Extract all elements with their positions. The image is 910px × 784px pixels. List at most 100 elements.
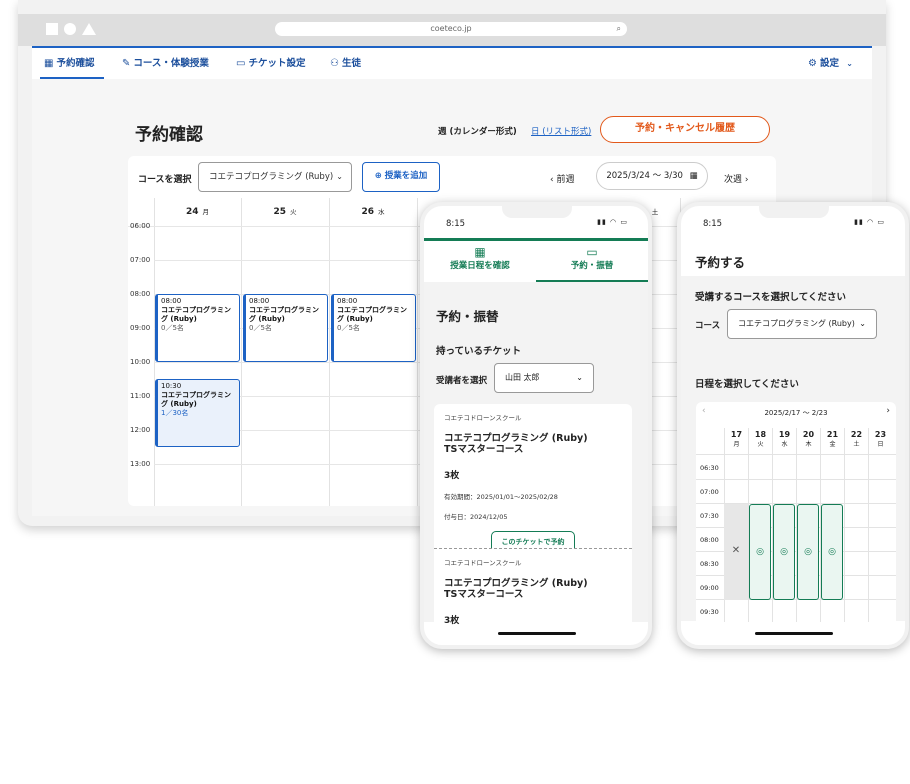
grid-line — [329, 198, 330, 506]
prev-week-button[interactable]: ‹ 前週 — [550, 172, 575, 185]
history-button[interactable]: 予約・キャンセル履歴 — [600, 116, 770, 143]
grid-line — [696, 454, 896, 455]
event-name: コエテコプログラミング (Ruby) — [249, 306, 319, 323]
day-header: 23 日 — [869, 430, 892, 450]
phone-tabs: ▦ 授業日程を確認 ▭ 予約・振替 — [424, 238, 648, 282]
page-title: 予約・振替 — [436, 309, 499, 324]
event-capacity: 1／30名 — [161, 409, 189, 417]
calendar-event[interactable]: 10:30 コエテコプログラミング (Ruby) 1／30名 — [155, 379, 240, 447]
time-label: 09:00 — [130, 324, 151, 332]
time-label: 10:00 — [130, 358, 151, 366]
nav-label: チケット設定 — [248, 58, 306, 69]
circle-icon — [64, 23, 76, 35]
phone-content: 受講するコースを選択してください コース コエテコプログラミング (Ruby) … — [681, 276, 905, 622]
ticket-icon: ▭ — [586, 245, 598, 259]
prev-week-label: 前週 — [556, 175, 575, 185]
available-slot[interactable]: ◎ — [821, 504, 843, 600]
day-number: 19 — [778, 430, 791, 439]
tab-reserve[interactable]: ▭ 予約・振替 — [536, 241, 648, 282]
event-time: 08:00 — [161, 297, 182, 305]
grid-line — [417, 198, 418, 506]
ticket-course: コエテコプログラミング (Ruby) — [444, 578, 588, 589]
phone-notch — [759, 206, 829, 218]
phone-content: 予約・振替 持っているチケット 受講者を選択 山田 太郎 ⌄ コエテコドローンス… — [424, 282, 648, 628]
learner-label: 受講者を選択 — [436, 376, 488, 386]
ticket-granted: 付与日：2024/12/05 — [444, 513, 508, 521]
calendar-toolbar: コースを選択 コエテコプログラミング (Ruby) ⌄ ⊕ 授業を追加 ‹ 前週… — [128, 156, 776, 198]
available-slot[interactable]: ◎ — [749, 504, 771, 600]
event-name: コエテコプログラミング (Ruby) — [161, 391, 231, 408]
chevron-left-icon: ‹ — [550, 175, 554, 185]
nav-reservations[interactable]: ▦ 予約確認 — [40, 48, 104, 79]
triangle-icon — [82, 23, 96, 35]
users-icon: ⚇ — [330, 58, 339, 69]
day-number: 20 — [802, 430, 815, 439]
time-label: 09:00 — [700, 584, 719, 592]
gear-icon: ⚙ — [808, 58, 817, 69]
day-of-week: 月 — [202, 208, 210, 216]
section-title: 受講するコースを選択してください — [695, 292, 846, 303]
day-of-week: 土 — [853, 441, 860, 448]
course-select[interactable]: コエテコプログラミング (Ruby) ⌄ — [198, 162, 352, 192]
event-time: 08:00 — [249, 297, 270, 305]
day-number: 18 — [754, 430, 767, 439]
available-slot[interactable]: ◎ — [773, 504, 795, 600]
available-slot[interactable]: ◎ — [797, 504, 819, 600]
status-time: 8:15 — [446, 219, 466, 229]
calendar-event[interactable]: 08:00 コエテコプログラミング (Ruby) 0／5名 — [243, 294, 328, 362]
phone-reserve-transfer: 8:15 ▮▮ ◠ ▭ ▦ 授業日程を確認 ▭ 予約・振替 予約・振替 持ってい… — [420, 202, 652, 649]
home-indicator — [755, 632, 833, 635]
phone-reserve: 8:15 ▮▮ ◠ ▭ 予約する 受講するコースを選択してください コース コエ… — [677, 202, 909, 649]
time-label: 08:30 — [700, 560, 719, 568]
tab-schedule[interactable]: ▦ 授業日程を確認 — [424, 241, 536, 282]
signal-wifi-battery-icon: ▮▮ ◠ ▭ — [597, 218, 628, 226]
day-number: 24 — [185, 207, 199, 217]
view-list-link[interactable]: 日 (リスト形式) — [531, 125, 591, 137]
event-name: コエテコプログラミング (Ruby) — [337, 306, 407, 323]
ticket-school: コエテコドローンスクール — [444, 559, 522, 567]
week-range-picker[interactable]: 2025/3/24 〜 3/30 ▦ — [596, 162, 708, 190]
learner-select[interactable]: 山田 太郎 ⌄ — [494, 363, 594, 393]
day-of-week: 火 — [290, 208, 297, 216]
day-of-week: 土 — [651, 208, 659, 216]
chevron-down-icon: ⌄ — [846, 59, 853, 68]
chevron-right-icon[interactable]: › — [886, 406, 890, 416]
course-label: コース — [695, 321, 721, 331]
course-select-value: コエテコプログラミング (Ruby) — [209, 172, 334, 182]
calendar-event[interactable]: 08:00 コエテコプログラミング (Ruby) 0／5名 — [331, 294, 416, 362]
section-title: 持っているチケット — [436, 346, 522, 357]
grid-line — [868, 428, 869, 622]
nav-label: 生徒 — [341, 58, 361, 69]
course-select[interactable]: コエテコプログラミング (Ruby) ⌄ — [727, 309, 877, 339]
view-week-tab[interactable]: 週 (カレンダー形式) — [438, 125, 517, 137]
course-value: コエテコプログラミング (Ruby) — [738, 319, 855, 328]
nav-students[interactable]: ⚇ 生徒 — [330, 48, 361, 79]
day-of-week: 火 — [757, 441, 764, 448]
event-capacity: 0／5名 — [249, 324, 272, 332]
day-header: 19 水 — [773, 430, 796, 450]
day-of-week: 木 — [805, 441, 812, 448]
time-label: 07:30 — [700, 512, 719, 520]
time-label: 06:30 — [700, 464, 719, 472]
browser-bar: coeteco.jp ⌕ — [18, 14, 886, 46]
time-label: 09:30 — [700, 608, 719, 616]
day-number: 21 — [826, 430, 839, 439]
day-header: 21 金 — [821, 430, 844, 450]
signal-wifi-battery-icon: ▮▮ ◠ ▭ — [854, 218, 885, 226]
day-number: 25 — [273, 207, 287, 217]
ticket-period: 有効期間：2025/01/01〜2025/02/28 — [444, 493, 558, 501]
url-bar[interactable]: coeteco.jp ⌕ — [275, 22, 627, 36]
nav-settings[interactable]: ⚙ 設定 ⌄ — [808, 48, 853, 79]
nav-label: 予約確認 — [56, 58, 95, 69]
calendar-icon: ▦ — [474, 245, 486, 259]
add-class-button[interactable]: ⊕ 授業を追加 — [362, 162, 440, 192]
main-nav: ▦ 予約確認 ✎ コース・体験授業 ▭ チケット設定 ⚇ 生徒 ⚙ 設定 ⌄ — [32, 46, 872, 79]
nav-courses[interactable]: ✎ コース・体験授業 — [122, 48, 209, 79]
ticket-course: コエテコプログラミング (Ruby) — [444, 433, 588, 444]
ticket-course-sub: TSマスターコース — [444, 589, 524, 600]
url-text: coeteco.jp — [430, 24, 472, 33]
calendar-event[interactable]: 08:00 コエテコプログラミング (Ruby) 0／5名 — [155, 294, 240, 362]
day-of-week: 日 — [877, 441, 884, 448]
next-week-button[interactable]: 次週 › — [724, 172, 749, 185]
nav-tickets[interactable]: ▭ チケット設定 — [236, 48, 305, 79]
